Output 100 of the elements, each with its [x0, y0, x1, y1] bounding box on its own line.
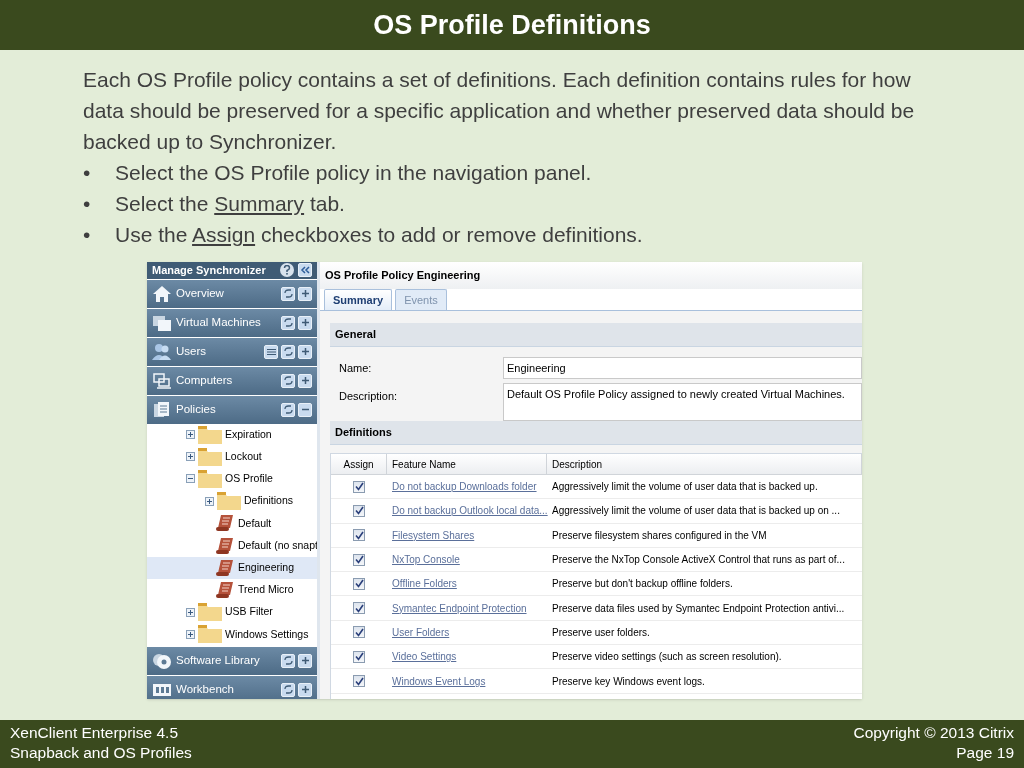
feature-link[interactable]: Video Settings — [392, 651, 457, 663]
footer-text: Copyright © 2013 Citrix — [853, 723, 1014, 743]
footer-text: Page 19 — [956, 743, 1014, 763]
feature-link[interactable]: Symantec Endpoint Protection — [392, 602, 527, 614]
list-button[interactable] — [264, 344, 278, 359]
nav-section[interactable]: Users — [147, 337, 317, 366]
nav-section[interactable]: Policies — [147, 395, 317, 424]
folder-icon — [198, 625, 222, 644]
feature-link[interactable]: NxTop Console — [392, 554, 460, 566]
feature-link[interactable]: Windows Event Logs — [392, 675, 486, 687]
tree-item[interactable]: Default — [147, 512, 317, 535]
scroll-icon — [215, 581, 235, 599]
expand-icon[interactable] — [186, 629, 195, 639]
sidebar-title: Manage Synchronizer — [152, 263, 267, 278]
footer-text: Snapback and OS Profiles — [10, 743, 192, 763]
table-cell-text: Aggressively limit the volume of user data that is backed up on ... — [551, 504, 840, 519]
folder-icon — [198, 469, 222, 488]
nav-section-label: Users — [176, 343, 208, 359]
column-header[interactable]: Assign — [331, 454, 387, 474]
expand-icon[interactable] — [186, 452, 195, 462]
refresh-icon — [283, 405, 293, 414]
expand-icon[interactable] — [186, 607, 195, 617]
tree-item[interactable]: Trend Micro — [147, 578, 317, 602]
tree-item[interactable]: Default (no snapt — [147, 534, 317, 557]
nav-section-label: Software Library — [176, 652, 261, 668]
tree-label: Windows Settings — [225, 626, 309, 642]
collapse-panel-button[interactable] — [298, 263, 312, 278]
tree-item[interactable]: Definitions — [147, 490, 317, 513]
tree-item[interactable]: Lockout — [147, 445, 317, 468]
nav-section[interactable]: Software Library — [147, 646, 317, 675]
table-cell-text: Preserve data files used by Symantec Endpoint Protection antivi... — [551, 601, 845, 616]
refresh-icon — [283, 347, 293, 356]
tree-label: Default (no snapt — [238, 537, 317, 553]
column-header[interactable]: Description — [547, 454, 862, 474]
checkbox[interactable] — [353, 504, 365, 517]
scroll-icon — [215, 514, 235, 533]
description-field[interactable]: Default OS Profile Policy assigned to newly created Virtual Machines. — [503, 383, 862, 421]
refresh-icon — [283, 318, 293, 327]
help-icon[interactable] — [280, 263, 294, 278]
feature-link[interactable]: User Folders — [392, 626, 450, 638]
refresh-button[interactable] — [281, 373, 295, 388]
field-label: Description: — [338, 389, 399, 404]
scroll-icon — [215, 536, 235, 555]
policy-title: OS Profile Policy Engineering — [325, 268, 481, 284]
table-cell-text: Preserve but don't backup offline folders. — [551, 577, 733, 592]
tree-label: Definitions — [244, 493, 294, 509]
bullet-marker: • — [83, 191, 92, 217]
tree-item[interactable]: Engineering — [147, 556, 317, 579]
disc-icon — [152, 651, 172, 670]
collapse-icon[interactable] — [186, 474, 195, 484]
name-field[interactable]: Engineering — [503, 357, 862, 379]
expand-icon[interactable] — [186, 430, 195, 440]
double-chevron-icon — [300, 266, 310, 275]
table-cell-text: Preserve video settings (such as screen resolution). — [551, 650, 782, 665]
intro-paragraph: Each OS Profile policy contains a set of definitions. Each definition contains rules for how data should be preserved for a specific application and whether preserved data should be backed up to Synchronizer. — [83, 67, 916, 155]
checkbox[interactable] — [353, 626, 365, 639]
tab[interactable]: Summary — [324, 289, 393, 310]
tree-label: Expiration — [225, 426, 272, 442]
refresh-icon — [283, 656, 293, 665]
refresh-icon — [283, 376, 293, 385]
refresh-button[interactable] — [281, 682, 295, 697]
refresh-button[interactable] — [281, 653, 295, 668]
tree-label: USB Filter — [225, 604, 273, 620]
tree-item[interactable]: OS Profile — [147, 467, 317, 491]
feature-link[interactable]: Offline Folders — [392, 578, 457, 590]
refresh-button[interactable] — [281, 286, 295, 301]
refresh-icon — [283, 685, 293, 694]
checkbox[interactable] — [353, 650, 365, 663]
checkbox[interactable] — [353, 480, 365, 493]
checkbox[interactable] — [353, 577, 365, 590]
checkbox[interactable] — [353, 675, 365, 687]
refresh-button[interactable] — [281, 344, 295, 359]
refresh-button[interactable] — [281, 315, 295, 330]
table-cell-text: Preserve the NxTop Console ActiveX Control that runs as part of... — [551, 553, 845, 568]
documents-icon — [152, 400, 172, 419]
nav-section-label: Computers — [176, 372, 234, 388]
tree-item[interactable]: Windows Settings — [147, 623, 317, 646]
feature-link[interactable]: Filesystem Shares — [392, 529, 475, 541]
underlined-term: Summary — [214, 192, 305, 215]
checkbox[interactable] — [353, 553, 365, 566]
nav-section[interactable]: Workbench — [147, 675, 317, 699]
feature-link[interactable]: Do not backup Outlook local data... — [392, 505, 548, 517]
refresh-button[interactable] — [281, 402, 295, 417]
section-title: Definitions — [335, 425, 392, 441]
folder-icon — [198, 425, 222, 444]
tree-item[interactable]: Expiration — [147, 423, 317, 446]
nav-section-label: Overview — [176, 285, 225, 301]
bullet-marker: • — [83, 222, 92, 248]
nav-section[interactable]: Virtual Machines — [147, 308, 317, 337]
tree-item[interactable]: USB Filter — [147, 601, 317, 624]
checkbox[interactable] — [353, 529, 365, 542]
nav-section[interactable]: Computers — [147, 366, 317, 395]
section-title: General — [335, 327, 376, 343]
expand-icon[interactable] — [205, 496, 214, 506]
house-icon — [152, 284, 172, 303]
checkbox[interactable] — [353, 602, 365, 615]
feature-link[interactable]: Do not backup Downloads folder — [392, 481, 537, 493]
people-icon — [152, 342, 172, 361]
column-header[interactable]: Feature Name — [387, 454, 547, 474]
nav-section[interactable]: Overview — [147, 279, 317, 308]
